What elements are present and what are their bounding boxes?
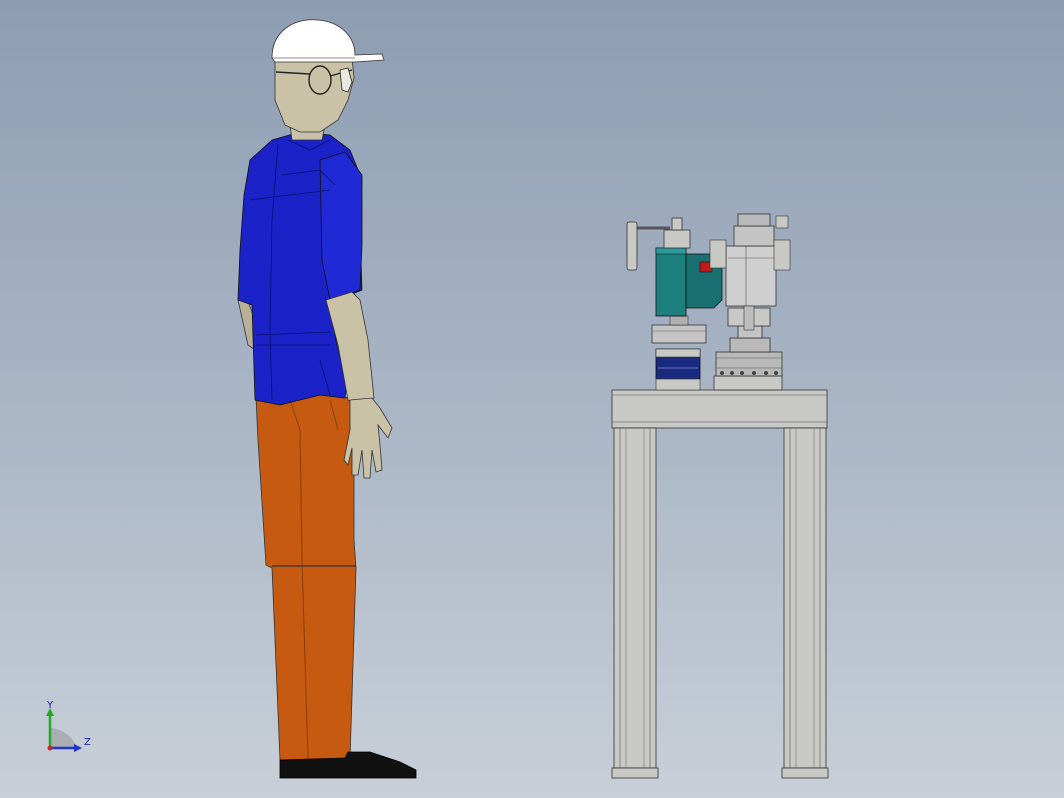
table-leg-left [611, 427, 659, 779]
triad-shade [50, 728, 76, 748]
triad-z-label: Z [84, 737, 91, 748]
orientation-triad[interactable]: Y Z [38, 700, 108, 760]
triad-y-label: Y [46, 700, 54, 711]
grinding-disk [651, 315, 707, 344]
table-leg-right [781, 427, 829, 779]
machine-assembly[interactable] [626, 213, 791, 391]
model-scene[interactable] [0, 0, 1064, 798]
hard-hat [271, 19, 385, 63]
triad-z-arrow [74, 744, 82, 752]
human-figure[interactable] [237, 19, 417, 779]
navy-block [655, 348, 701, 391]
flange-stack [715, 325, 783, 377]
machine-base [713, 375, 783, 391]
work-table[interactable] [611, 389, 829, 779]
pants [255, 391, 357, 761]
graphics-viewport[interactable]: Y Z [0, 0, 1064, 798]
triad-origin [47, 745, 53, 751]
